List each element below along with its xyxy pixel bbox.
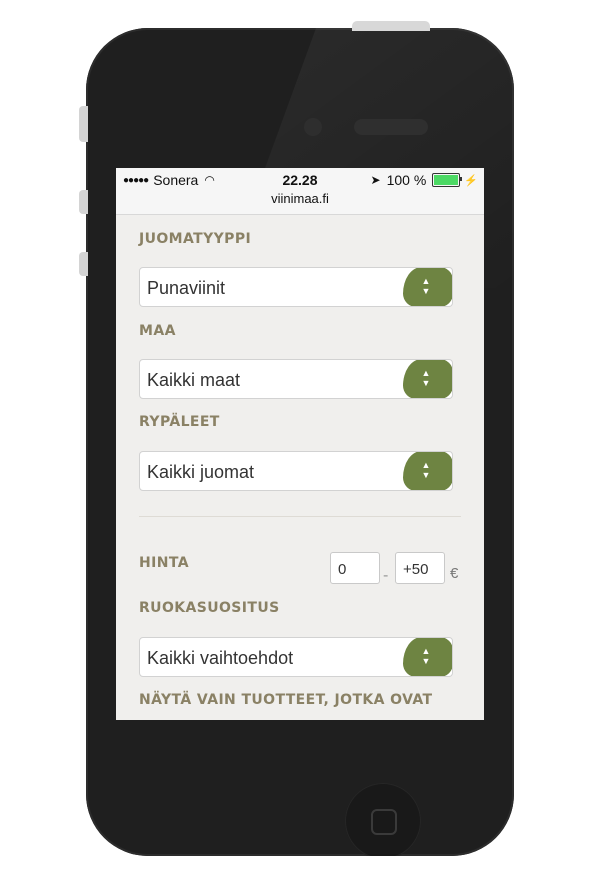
volume-down-button[interactable] xyxy=(79,252,88,276)
show-only-label: NÄYTÄ VAIN TUOTTEET, JOTKA OVAT xyxy=(139,692,433,708)
grapes-label: RYPÄLEET xyxy=(139,414,220,430)
screen: ●●●●● Sonera ◠ 22.28 ➤ 100 % ⚡ viinimaa.… xyxy=(116,168,484,720)
home-button[interactable] xyxy=(345,783,421,856)
select-toggle-icon: ▲ ▼ xyxy=(403,452,452,490)
charging-bolt-icon: ⚡ xyxy=(464,174,478,187)
drink-type-label: JUOMATYYPPI xyxy=(139,231,252,247)
battery-area: ➤ 100 % ⚡ xyxy=(371,172,478,188)
drink-type-select[interactable]: Punaviinit ▲ ▼ xyxy=(139,267,453,307)
food-select[interactable]: Kaikki vaihtoehdot ▲ ▼ xyxy=(139,637,453,677)
filter-panel: JUOMATYYPPI Punaviinit ▲ ▼ MAA Kaikki maa… xyxy=(116,215,484,720)
country-select[interactable]: Kaikki maat ▲ ▼ xyxy=(139,359,453,399)
country-label: MAA xyxy=(139,323,176,339)
battery-percent: 100 % xyxy=(386,172,427,188)
price-separator: - xyxy=(383,567,389,584)
price-label: HINTA xyxy=(139,555,189,571)
mute-switch[interactable] xyxy=(79,106,88,142)
battery-icon xyxy=(432,173,463,187)
drink-type-value: Punaviinit xyxy=(147,278,226,298)
section-divider xyxy=(139,516,461,517)
currency-symbol: € xyxy=(450,565,459,582)
earpiece-speaker xyxy=(354,119,428,135)
home-square-icon xyxy=(371,809,397,835)
price-min-input[interactable]: 0 xyxy=(330,552,380,584)
select-toggle-icon: ▲ ▼ xyxy=(403,638,452,676)
volume-up-button[interactable] xyxy=(79,190,88,214)
food-label: RUOKASUOSITUS xyxy=(139,600,280,616)
country-value: Kaikki maat xyxy=(147,370,241,390)
grapes-value: Kaikki juomat xyxy=(147,462,255,482)
location-arrow-icon: ➤ xyxy=(370,173,381,187)
power-button[interactable] xyxy=(352,21,430,31)
grapes-select[interactable]: Kaikki juomat ▲ ▼ xyxy=(139,451,453,491)
address-url[interactable]: viinimaa.fi xyxy=(116,191,484,206)
status-bar: ●●●●● Sonera ◠ 22.28 ➤ 100 % ⚡ viinimaa.… xyxy=(116,168,484,215)
price-max-input[interactable]: +50 xyxy=(395,552,445,584)
select-toggle-icon: ▲ ▼ xyxy=(403,268,452,306)
front-camera xyxy=(304,118,322,136)
food-value: Kaikki vaihtoehdot xyxy=(147,648,294,668)
select-toggle-icon: ▲ ▼ xyxy=(403,360,452,398)
